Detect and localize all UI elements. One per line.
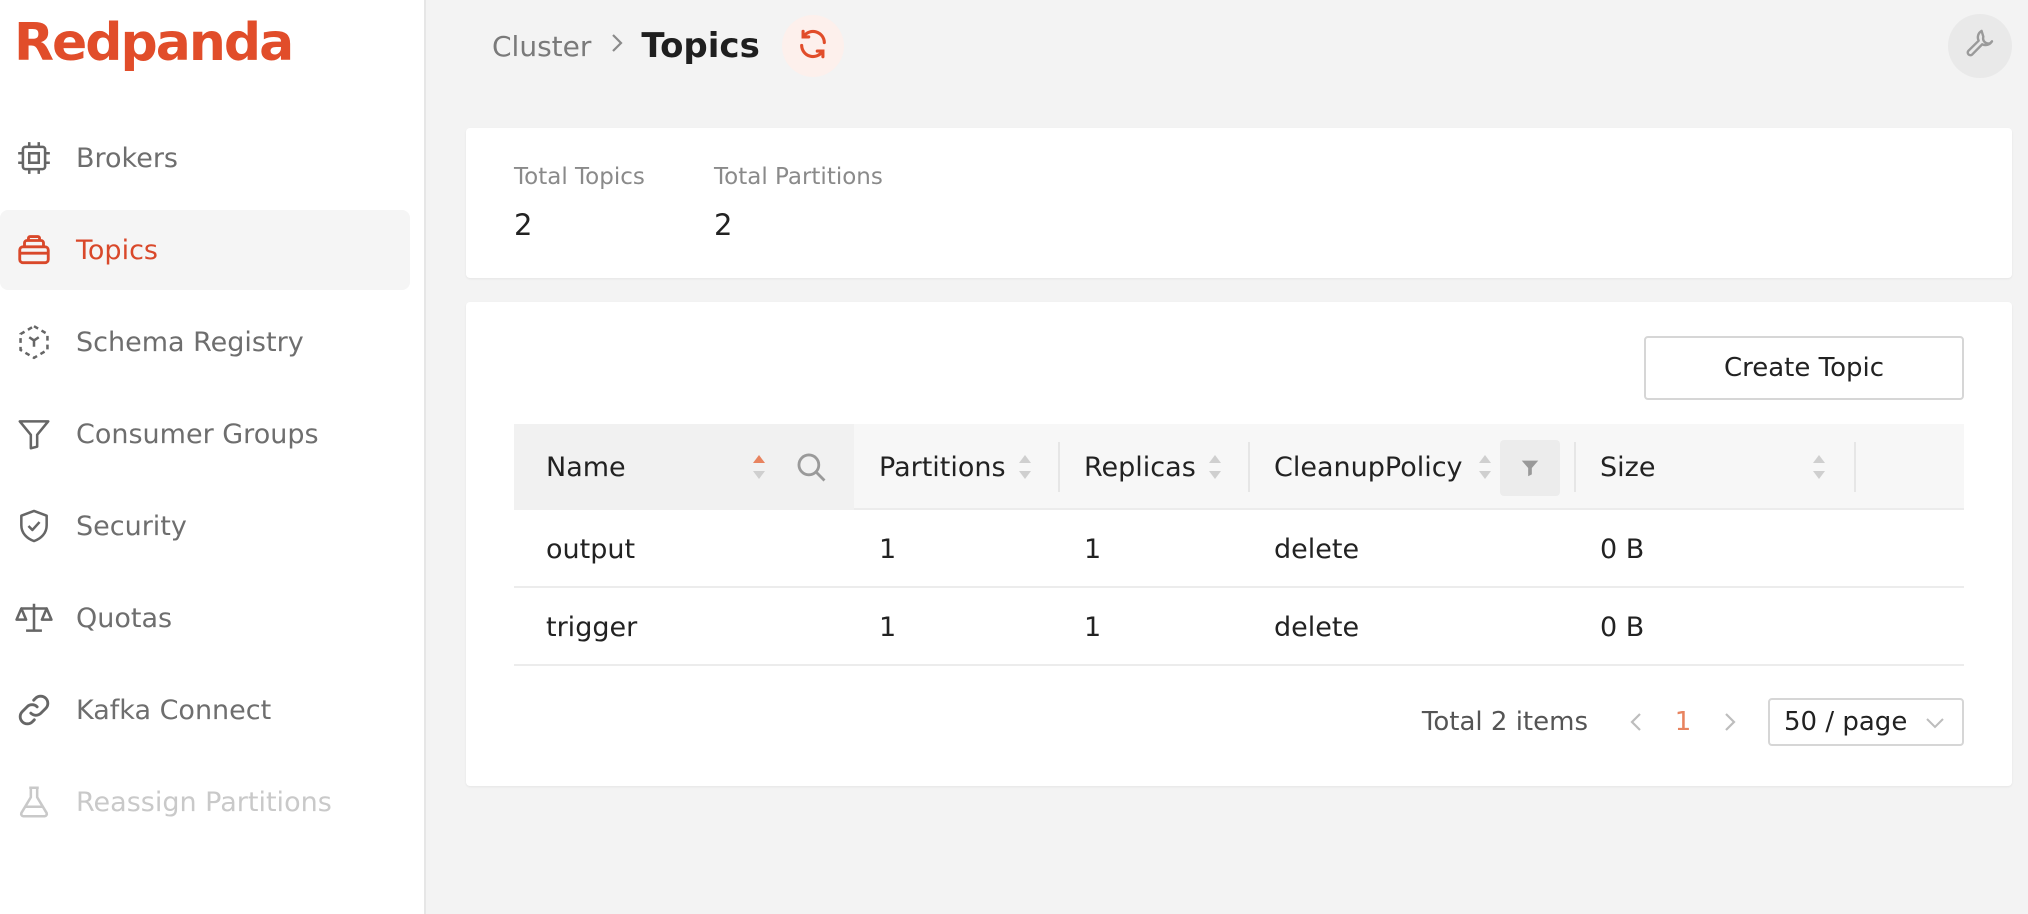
- page-header: Cluster Topics: [492, 14, 844, 78]
- sort-icon[interactable]: [750, 452, 768, 482]
- refresh-icon: [796, 27, 830, 65]
- cell-cleanup-policy: delete: [1274, 611, 1360, 643]
- scale-icon: [14, 598, 54, 638]
- stat-value: 2: [514, 208, 533, 242]
- stat-label: Total Partitions: [714, 164, 883, 190]
- stat-value: 2: [714, 208, 733, 242]
- sidebar-item-quotas[interactable]: Quotas: [0, 578, 410, 658]
- cell-name[interactable]: output: [546, 510, 635, 588]
- stat-label: Total Topics: [514, 164, 645, 190]
- sidebar-item-schema-registry[interactable]: Schema Registry: [0, 302, 410, 382]
- topics-table-card: Create Topic Name Partitions Replicas Cl…: [466, 302, 2012, 786]
- page-title: Topics: [641, 26, 760, 66]
- redpanda-logo[interactable]: Redpanda: [14, 8, 294, 78]
- pagination-prev-button[interactable]: [1616, 711, 1656, 733]
- sidebar-item-label: Kafka Connect: [76, 694, 272, 726]
- sidebar: Redpanda Brokers Topics Schema Registry: [0, 0, 426, 914]
- cell-partitions: 1: [879, 533, 897, 565]
- settings-button[interactable]: [1948, 14, 2012, 78]
- pagination-total: Total 2 items: [1421, 707, 1588, 737]
- sort-icon[interactable]: [1016, 452, 1034, 482]
- table-header: Name Partitions Replicas CleanupPolicy S…: [514, 424, 1964, 510]
- sidebar-item-security[interactable]: Security: [0, 486, 410, 566]
- column-header-name[interactable]: Name: [546, 424, 626, 510]
- page-size-value: 50 / page: [1784, 707, 1908, 737]
- chevron-left-icon: [1630, 713, 1641, 731]
- funnel-icon: [14, 414, 54, 454]
- sidebar-item-label: Consumer Groups: [76, 418, 319, 450]
- filter-icon: [1521, 460, 1539, 477]
- search-icon[interactable]: [794, 450, 828, 484]
- pagination: Total 2 items 1 50 / page: [1422, 698, 1964, 746]
- filter-button[interactable]: [1500, 440, 1560, 496]
- cell-size: 0 B: [1600, 611, 1645, 643]
- link-icon: [14, 690, 54, 730]
- sort-icon[interactable]: [1476, 452, 1494, 482]
- stat-total-partitions: Total Partitions 2: [714, 164, 883, 242]
- chip-icon: [14, 138, 54, 178]
- sidebar-item-label: Reassign Partitions: [76, 786, 332, 818]
- sidebar-item-label: Security: [76, 510, 187, 542]
- chevron-right-icon: [1725, 713, 1736, 731]
- stats-card: Total Topics 2 Total Partitions 2: [466, 128, 2012, 278]
- wrench-icon: [1964, 28, 1996, 64]
- pagination-current-page[interactable]: 1: [1656, 707, 1710, 737]
- table-row[interactable]: trigger 1 1 delete 0 B: [514, 588, 1964, 666]
- pagination-next-button[interactable]: [1710, 711, 1750, 733]
- sidebar-item-reassign-partitions[interactable]: Reassign Partitions: [0, 762, 410, 842]
- flask-icon: [14, 782, 54, 822]
- cell-size: 0 B: [1600, 533, 1645, 565]
- breadcrumb-cluster[interactable]: Cluster: [492, 30, 591, 63]
- sidebar-item-kafka-connect[interactable]: Kafka Connect: [0, 670, 410, 750]
- table-row[interactable]: output 1 1 delete 0 B: [514, 510, 1964, 588]
- chevron-down-icon: [1926, 718, 1944, 729]
- chevron-right-icon: [609, 31, 625, 61]
- brand-name: Redpanda: [14, 13, 294, 73]
- cell-replicas: 1: [1084, 611, 1102, 643]
- sort-icon[interactable]: [1810, 452, 1828, 482]
- sidebar-item-label: Quotas: [76, 602, 173, 634]
- cell-partitions: 1: [879, 611, 897, 643]
- stat-total-topics: Total Topics 2: [514, 164, 645, 242]
- column-header-replicas[interactable]: Replicas: [1084, 424, 1196, 510]
- cell-name[interactable]: trigger: [546, 588, 637, 666]
- sidebar-item-label: Topics: [76, 234, 158, 266]
- topics-table: Name Partitions Replicas CleanupPolicy S…: [514, 424, 1964, 666]
- column-header-cleanup-policy[interactable]: CleanupPolicy: [1274, 424, 1463, 510]
- refresh-button[interactable]: [781, 15, 844, 77]
- create-topic-button[interactable]: Create Topic: [1644, 336, 1964, 400]
- cell-replicas: 1: [1084, 533, 1102, 565]
- sort-icon[interactable]: [1206, 452, 1224, 482]
- sidebar-item-topics[interactable]: Topics: [0, 210, 410, 290]
- cell-cleanup-policy: delete: [1274, 533, 1360, 565]
- schema-icon: [14, 322, 54, 362]
- sidebar-item-label: Schema Registry: [76, 326, 304, 358]
- stack-icon: [14, 230, 54, 270]
- sidebar-item-consumer-groups[interactable]: Consumer Groups: [0, 394, 410, 474]
- sidebar-item-label: Brokers: [76, 142, 179, 174]
- sidebar-nav: Brokers Topics Schema Registry Consumer …: [0, 118, 426, 854]
- page-size-select[interactable]: 50 / page: [1768, 698, 1964, 746]
- column-header-size[interactable]: Size: [1600, 424, 1655, 510]
- shield-check-icon: [14, 506, 54, 546]
- sidebar-item-brokers[interactable]: Brokers: [0, 118, 410, 198]
- column-header-partitions[interactable]: Partitions: [879, 424, 1006, 510]
